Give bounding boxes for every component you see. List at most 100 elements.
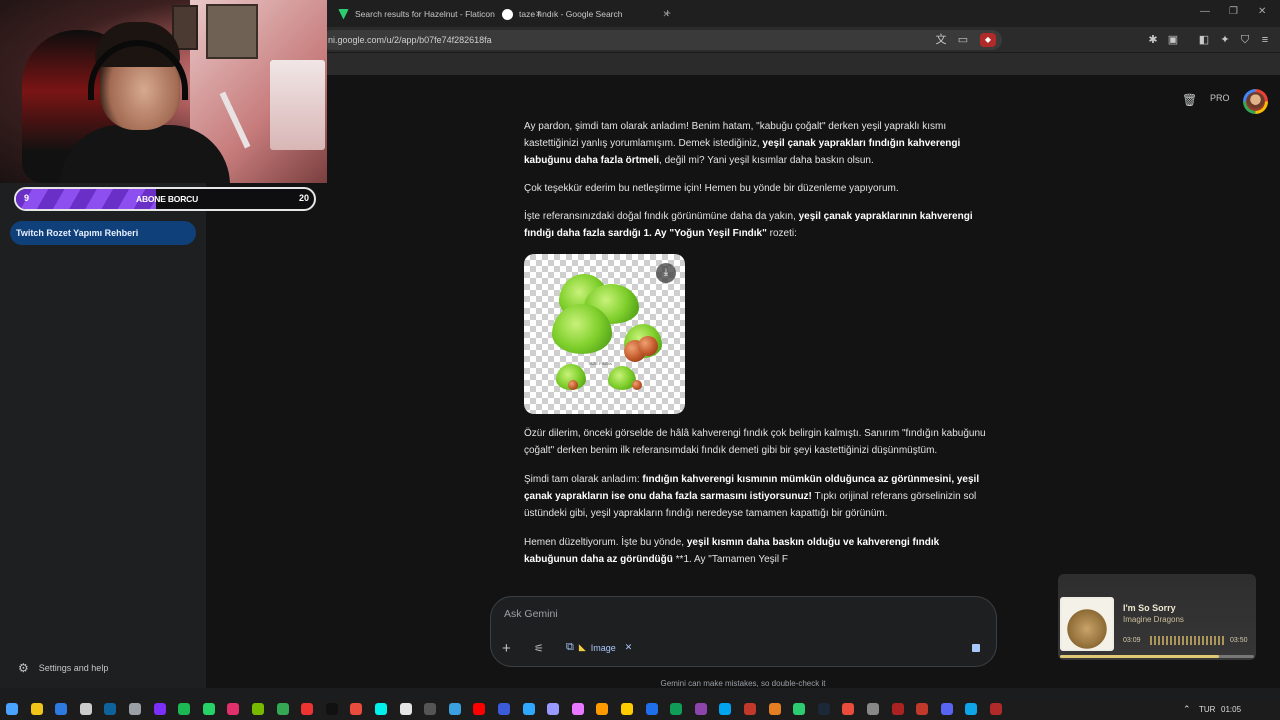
taskbar-app-icon[interactable] [891,703,904,715]
taskbar-app-icon[interactable] [621,703,633,715]
maximize-button[interactable]: ❐ [1229,6,1238,17]
response-paragraph-2: Çok teşekkür ederim bu netleştirme için!… [524,183,899,194]
close-window-button[interactable]: ✕ [1258,6,1266,17]
text: Şimdi tam olarak anladım: [524,474,643,485]
taskbar-app-icon[interactable] [276,703,289,715]
taskbar-app-icon[interactable] [129,703,141,715]
taskbar-app-icon[interactable] [301,703,314,715]
taskbar-app-icon[interactable] [694,703,707,715]
response-paragraph-3: İşte referansınızdaki doğal fındık görün… [524,208,994,242]
start-menu-icon[interactable] [6,703,18,715]
chat-history-item[interactable]: Twitch Rozet Yapımı Rehberi [10,221,196,245]
response-paragraph-4: Özür dilerim, önceki görselde de hâlâ ka… [524,428,986,456]
translate-icon[interactable]: 文 [934,33,948,47]
taskbar-app-icon[interactable] [30,703,43,715]
settings-and-help[interactable]: ⚙ Settings and help [18,661,108,675]
text: rozeti: [766,228,797,239]
taskbar-app-icon[interactable] [916,703,929,715]
elapsed-time: 03:09 [1123,637,1141,644]
extensions-icon[interactable]: ✱ [1146,33,1160,47]
add-icon[interactable]: + [502,640,511,657]
taskbar-app-icon[interactable] [55,703,68,715]
now-playing-widget: I'm So Sorry Imagine Dragons 03:09 03:50 [1058,574,1256,660]
taskbar-app-icon[interactable] [670,703,683,715]
taskbar-app-icon[interactable] [842,703,855,715]
taskbar-app-icon[interactable] [350,703,363,715]
close-icon[interactable]: ✕ [625,642,633,653]
avatar-photo [1246,92,1265,111]
new-tab-button[interactable]: + [664,6,671,20]
song-artist: Imagine Dragons [1123,615,1184,624]
clock[interactable]: 01:05 [1221,705,1241,714]
url-field[interactable]: ni.google.com/u/2/app/b07fe74f282618fa [322,30,1002,50]
leo-ai-icon[interactable]: ✦ [1218,33,1232,47]
tab-google-search[interactable]: taze fındık - Google Search ✕ [502,3,670,25]
taskbar-app-icon[interactable] [252,703,264,715]
song-progress [1060,655,1254,658]
taskbar-app-icon[interactable] [178,703,191,715]
taskbar-app-icon[interactable] [793,703,806,715]
taskbar-app-icon[interactable] [424,703,437,715]
sub-goal-current: 9 [24,193,30,203]
sub-goal-label: ABONE BORCU [136,194,199,204]
taskbar-app-icon[interactable] [768,703,781,715]
taskbar-app-icon[interactable] [325,703,338,715]
text: **1. Ay "Tamamen Yeşil F [672,554,788,565]
windows-taskbar [0,700,1280,720]
menu-icon[interactable]: ≡ [1258,33,1272,47]
taskbar-app-icon[interactable] [990,703,1002,715]
taskbar-app-icon[interactable] [547,703,560,715]
taskbar-app-icon[interactable] [153,703,166,715]
delete-icon[interactable]: 🗑 [1182,93,1197,107]
tray-expand-icon[interactable]: ⌃ [1183,704,1191,715]
taskbar-app-icon[interactable] [498,703,510,715]
taskbar-app-icon[interactable] [79,703,92,715]
taskbar-app-icon[interactable] [227,703,240,715]
tab-title: Search results for Hazelnut - Flaticon [355,9,495,19]
download-icon[interactable]: ⤓ [656,263,676,283]
taskbar-app-icon[interactable] [867,703,879,715]
taskbar-app-icon[interactable] [522,703,535,715]
taskbar-app-icon[interactable] [202,703,215,715]
prompt-input-box[interactable] [490,596,997,667]
taskbar-app-icon[interactable] [571,703,584,715]
screenshot-icon[interactable]: ▣ [1166,33,1180,47]
taskbar-app-icon[interactable] [645,703,658,715]
keyboard-language[interactable]: TUR [1199,705,1215,714]
taskbar-app-icon[interactable] [399,703,412,715]
minimize-button[interactable]: — [1200,6,1210,17]
install-app-icon[interactable]: ▭ [956,33,970,47]
banana-icon: ◣ [578,642,586,652]
stop-button[interactable] [966,638,986,658]
disclaimer: Gemini can make mistakes, so double-chec… [660,679,826,688]
sidebar-toggle-icon[interactable]: ◧ [1197,33,1211,47]
total-time: 03:50 [1230,637,1248,644]
gear-icon: ⚙ [18,661,29,675]
taskbar-app-icon[interactable] [817,703,830,715]
taskbar-app-icon[interactable] [719,703,732,715]
taskbar-app-icon[interactable] [104,703,117,715]
taskbar-app-icon[interactable] [744,703,756,715]
pc-case [270,60,325,150]
taskbar-app-icon[interactable] [940,703,953,715]
response-paragraph-6: Hemen düzeltiyorum. İşte bu yönde, yeşil… [524,534,994,568]
chip-label: Image [590,642,616,653]
tools-icon[interactable]: ⚟ [534,642,544,655]
stop-icon [972,644,980,652]
image-tool-chip[interactable]: ⧉ ◣ Image ✕ [566,641,632,654]
taskbar-app-icon[interactable] [448,703,461,715]
taskbar-app-icon[interactable] [473,703,486,715]
taskbar-app-icon[interactable] [375,703,387,715]
vpn-shield-icon[interactable]: ⛉ [1238,33,1252,47]
brave-shield-icon[interactable]: ◆ [980,33,996,47]
waveform [1150,636,1226,645]
avatar[interactable] [1243,89,1268,114]
prompt-placeholder[interactable]: Ask Gemini [504,608,558,620]
text: , değil mi? Yani yeşil kısımlar daha bas… [659,155,874,166]
text: İşte referansınızdaki doğal fındık görün… [524,211,799,222]
taskbar-app-icon[interactable] [965,703,978,715]
url-text: ni.google.com/u/2/app/b07fe74f282618fa [328,35,492,45]
settings-label: Settings and help [38,663,109,673]
image-caption: TAZE FINDIK [588,361,613,366]
taskbar-app-icon[interactable] [596,703,609,715]
